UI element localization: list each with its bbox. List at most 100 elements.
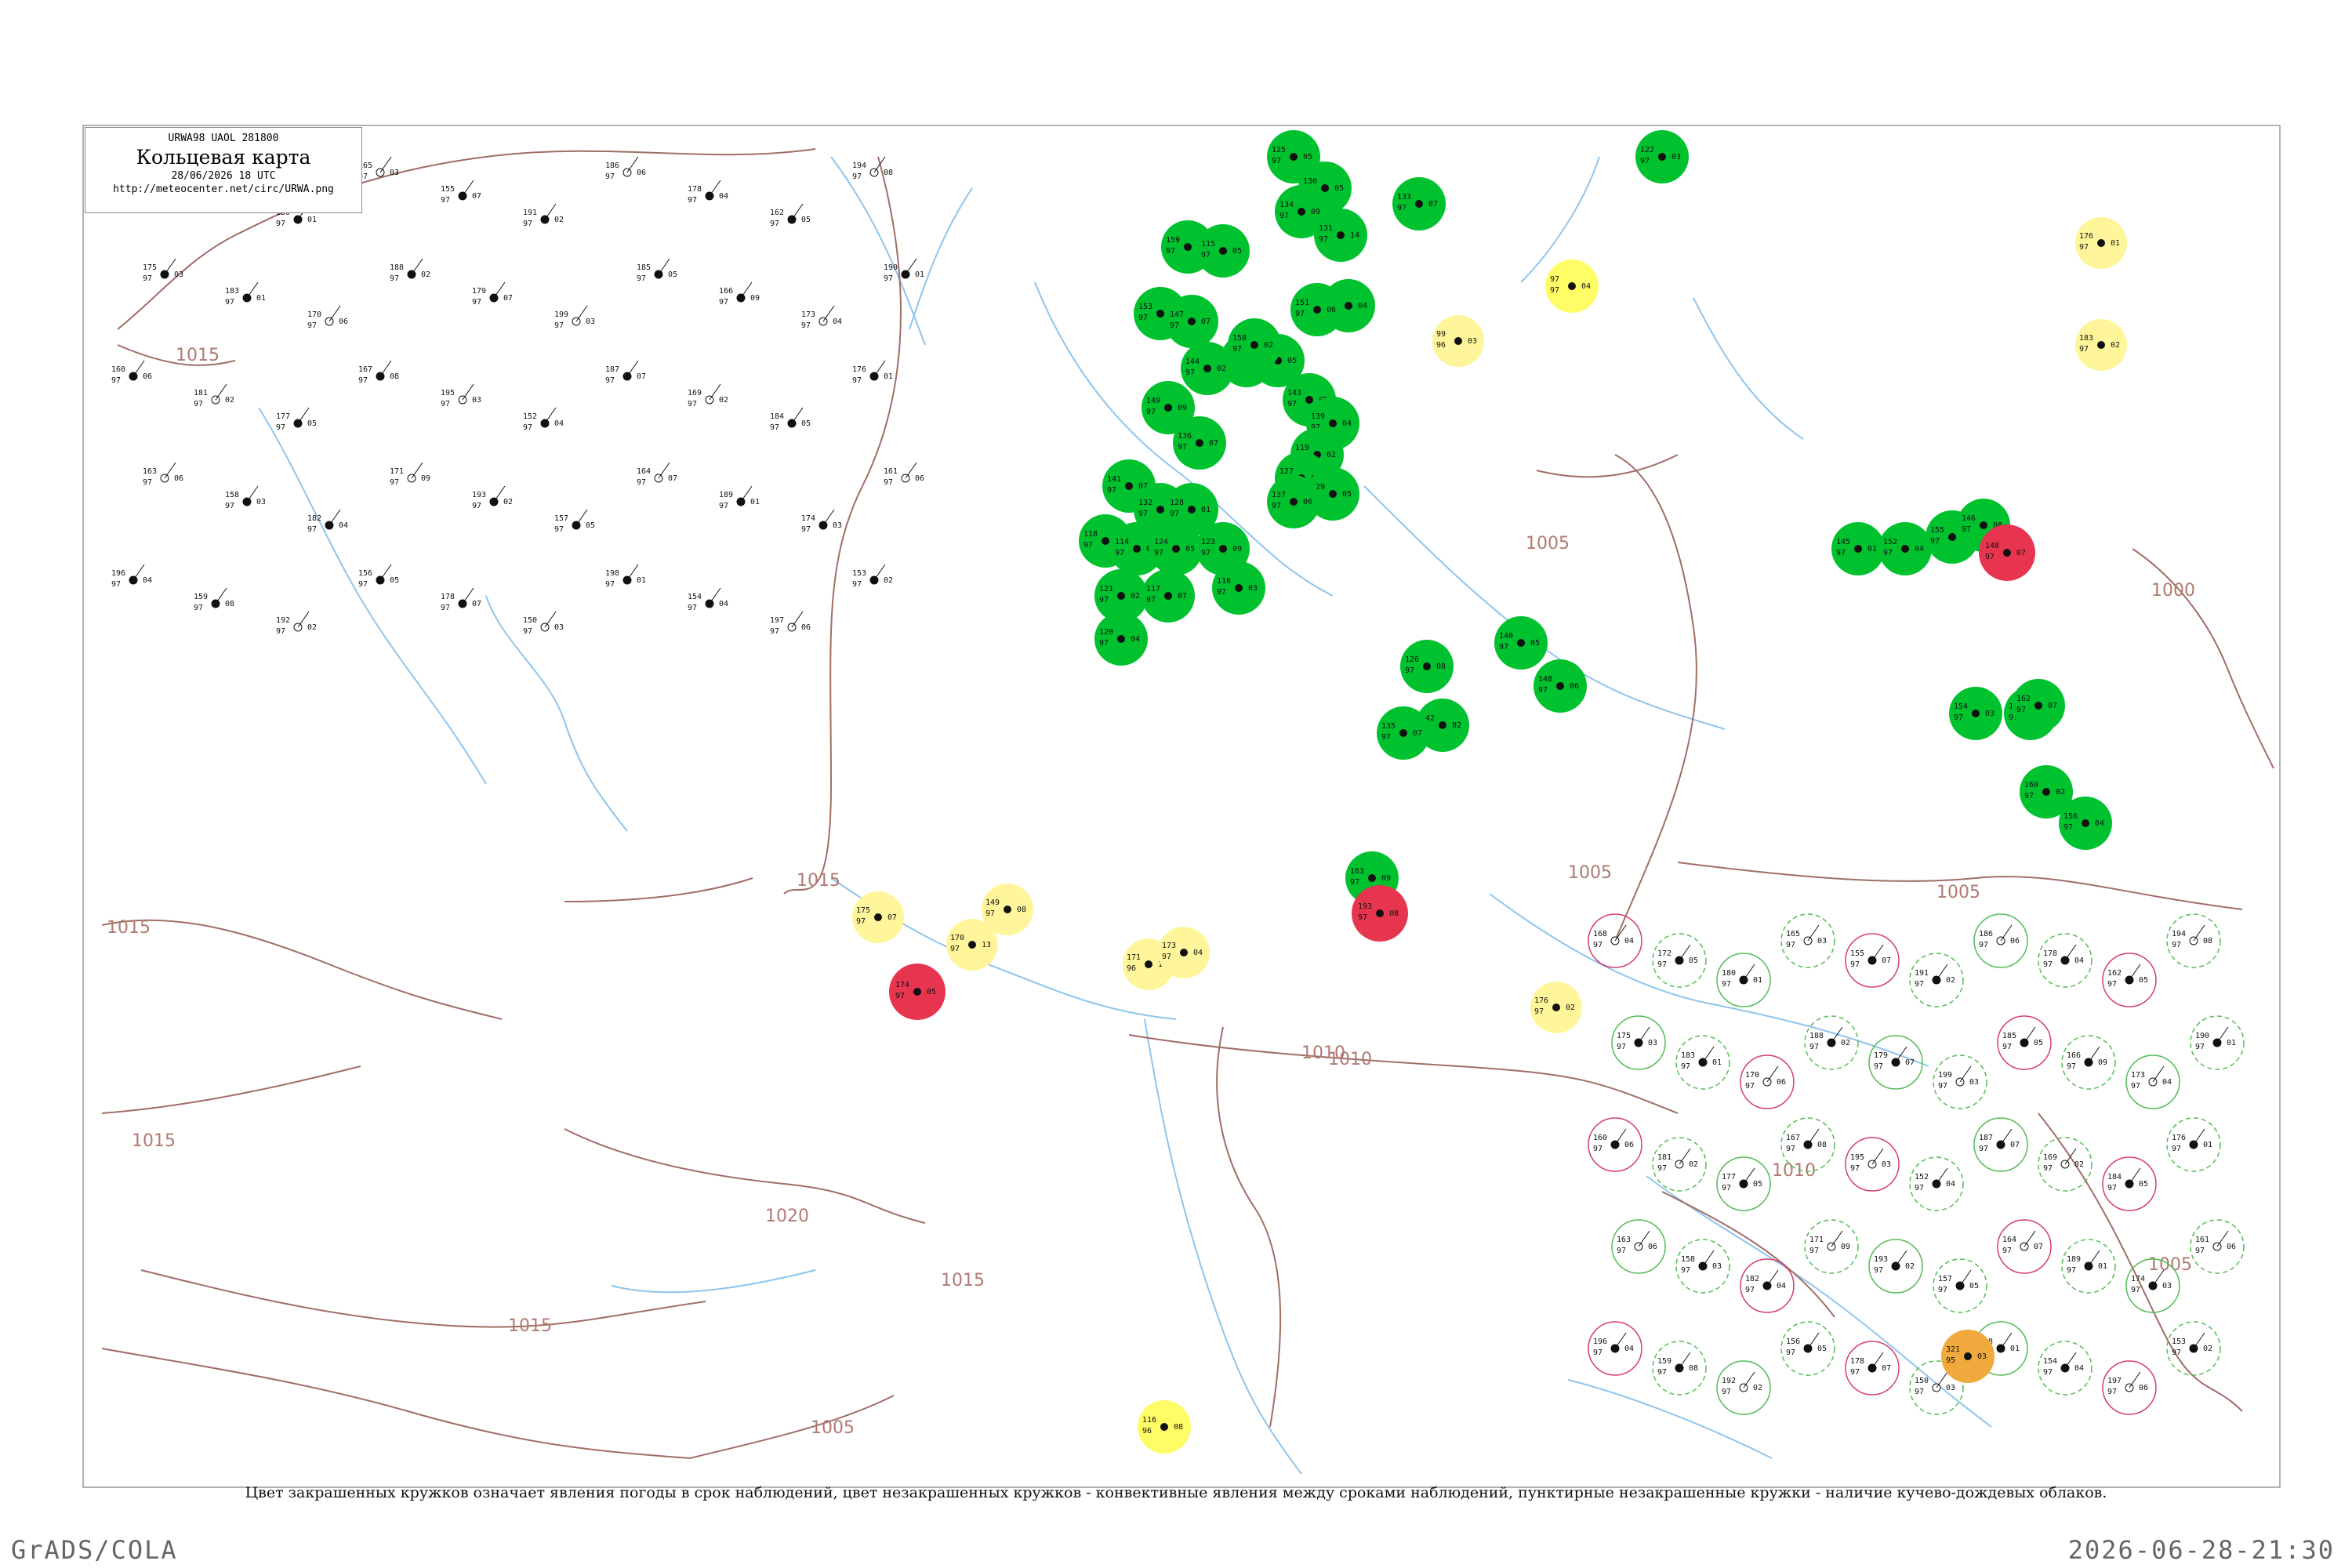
station-paleyellow[interactable]: 173 97 04	[1158, 927, 1210, 978]
station-green[interactable]: 115 97 05	[1196, 224, 1250, 278]
station-plain[interactable]: 191 97 02	[1909, 953, 1964, 1007]
station-green[interactable]: 154 97 03	[1949, 687, 2002, 740]
station-plain[interactable]: 153 97 02	[852, 564, 893, 589]
station-plain[interactable]: 188 97 02	[390, 258, 430, 283]
station-plain[interactable]: 177 97 05	[276, 407, 317, 432]
station-plain[interactable]: 185 97 05	[1997, 1015, 2052, 1070]
station-plain[interactable]: 177 97 05	[1716, 1156, 1771, 1211]
station-plain[interactable]: 156 97 05	[1780, 1321, 1835, 1376]
station-green[interactable]: 156 97 04	[2059, 797, 2112, 850]
station-plain[interactable]: 197 97 06	[2102, 1360, 2157, 1415]
station-plain[interactable]: 170 97 06	[1740, 1054, 1795, 1109]
station-plain[interactable]: 183 97 01	[1675, 1035, 1730, 1090]
station-red[interactable]: 148 97 07	[1979, 524, 2035, 581]
station-green[interactable]: 152 97 04	[1878, 522, 1932, 575]
station-yellow[interactable]: 97 97 04	[1545, 260, 1599, 313]
station-green[interactable]: 148 97 06	[1534, 659, 1587, 713]
station-plain[interactable]: 192 97 02	[1716, 1360, 1771, 1415]
station-plain[interactable]: 174 97 03	[801, 509, 842, 534]
station-plain[interactable]: 193 97 02	[472, 485, 513, 510]
station-green[interactable]: 151 97 06	[1290, 283, 1344, 336]
station-plain[interactable]: 153 97 02	[2166, 1321, 2221, 1376]
station-plain[interactable]: 173 97 04	[2125, 1054, 2180, 1109]
station-paleyellow[interactable]: 183 97 02	[2075, 319, 2127, 371]
station-plain[interactable]: 171 97 09	[390, 462, 430, 487]
station-green[interactable]: 126 97 08	[1400, 640, 1454, 693]
station-paleyellow[interactable]: 99 96 03	[1432, 315, 1484, 367]
station-plain[interactable]: 187 97 07	[605, 360, 646, 385]
station-plain[interactable]: 179 97 07	[1868, 1035, 1923, 1090]
station-plain[interactable]: 170 97 06	[307, 305, 348, 330]
station-plain[interactable]: 182 97 04	[307, 509, 348, 534]
station-plain[interactable]: 150 97 03	[523, 611, 564, 636]
station-plain[interactable]: 156 97 05	[358, 564, 399, 589]
station-plain[interactable]: 191 97 02	[523, 203, 564, 228]
station-plain[interactable]: 161 97 06	[884, 462, 924, 487]
station-plain[interactable]: 183 97 01	[225, 281, 266, 307]
station-green[interactable]: 137 97 06	[1267, 475, 1320, 528]
station-plain[interactable]: 160 97 06	[1588, 1117, 1642, 1172]
station-green[interactable]: 144 97 02	[1181, 342, 1234, 395]
station-green[interactable]: 116 97 03	[1212, 561, 1265, 615]
station-plain[interactable]: 155 97 07	[1845, 933, 1900, 988]
station-plain[interactable]: 157 97 05	[1933, 1258, 1987, 1313]
station-green[interactable]: 131 97 14	[1314, 209, 1367, 262]
station-plain[interactable]: 161 97 06	[2190, 1219, 2245, 1274]
station-plain[interactable]: 199 97 03	[1933, 1054, 1987, 1109]
station-plain[interactable]: 178 97 04	[688, 180, 728, 205]
station-paleyellow[interactable]: 175 97 07	[852, 891, 904, 943]
station-plain[interactable]: 163 97 06	[1611, 1219, 1666, 1274]
station-green[interactable]: 120 97 04	[1094, 612, 1148, 666]
station-green[interactable]: 147 97 07	[1165, 295, 1218, 348]
station-plain[interactable]: 166 97 09	[2061, 1035, 2116, 1090]
station-plain[interactable]: 178 97 07	[1845, 1341, 1900, 1396]
station-plain[interactable]: 155 97 07	[441, 180, 481, 205]
station-plain[interactable]: 152 97 04	[523, 407, 564, 432]
station-paleyellow[interactable]: 176 97 01	[2075, 217, 2127, 269]
station-plain[interactable]: 184 97 05	[2102, 1156, 2157, 1211]
station-plain[interactable]: 178 97 04	[2038, 933, 2092, 988]
station-plain[interactable]: 175 97 03	[1611, 1015, 1666, 1070]
station-green[interactable]: 158 97 02	[1228, 318, 1281, 372]
station-green[interactable]: 135 97 07	[1377, 706, 1430, 760]
station-red[interactable]: 193 97 08	[1352, 885, 1408, 942]
station-plain[interactable]: 176 97 01	[2166, 1117, 2221, 1172]
station-plain[interactable]: 182 97 04	[1740, 1258, 1795, 1313]
station-plain[interactable]: 158 97 03	[1675, 1239, 1730, 1294]
station-plain[interactable]: 162 97 05	[770, 203, 811, 228]
station-plain[interactable]: 158 97 03	[225, 485, 266, 510]
station-plain[interactable]: 184 97 05	[770, 407, 811, 432]
station-green[interactable]: 124 97 05	[1149, 522, 1203, 575]
station-plain[interactable]: 154 97 04	[2038, 1341, 2092, 1396]
station-plain[interactable]: 176 97 01	[852, 360, 893, 385]
station-green[interactable]: 117 97 07	[1142, 569, 1195, 622]
station-green[interactable]: 133 97 07	[1392, 177, 1446, 230]
station-paleyellow[interactable]: 176 97 02	[1530, 982, 1582, 1033]
station-plain[interactable]: 192 97 02	[276, 611, 317, 636]
station-plain[interactable]: 178 97 07	[441, 587, 481, 612]
station-plain[interactable]: 179 97 07	[472, 281, 513, 307]
station-plain[interactable]: 164 97 07	[637, 462, 677, 487]
station-green[interactable]: 122 97 03	[1635, 130, 1689, 183]
station-plain[interactable]: 163 97 06	[143, 462, 183, 487]
station-plain[interactable]: 160 97 06	[111, 360, 152, 385]
station-plain[interactable]: 167 97 08	[358, 360, 399, 385]
station-plain[interactable]: 189 97 01	[719, 485, 760, 510]
station-green[interactable]: 162 97 07	[2012, 679, 2065, 732]
station-plain[interactable]: 157 97 05	[554, 509, 595, 534]
station-plain[interactable]: 197 97 06	[770, 611, 811, 636]
station-plain[interactable]: 181 97 02	[1652, 1137, 1707, 1192]
station-plain[interactable]: 186 97 06	[605, 156, 646, 181]
station-green[interactable]: 136 97 07	[1173, 416, 1226, 470]
station-plain[interactable]: 194 97 08	[852, 156, 893, 181]
station-plain[interactable]: 152 97 04	[1909, 1156, 1964, 1211]
station-green[interactable]: 140 97 05	[1494, 616, 1548, 670]
station-plain[interactable]: 169 97 02	[2038, 1137, 2092, 1192]
station-plain[interactable]: 194 97 08	[2166, 913, 2221, 968]
station-plain[interactable]: 195 97 03	[1845, 1137, 1900, 1192]
station-plain[interactable]: 196 97 04	[111, 564, 152, 589]
station-paleyellow[interactable]: 170 97 13	[946, 919, 998, 971]
station-plain[interactable]: 181 97 02	[194, 383, 234, 408]
station-plain[interactable]: 171 97 09	[1804, 1219, 1859, 1274]
station-plain[interactable]: 188 97 02	[1804, 1015, 1859, 1070]
